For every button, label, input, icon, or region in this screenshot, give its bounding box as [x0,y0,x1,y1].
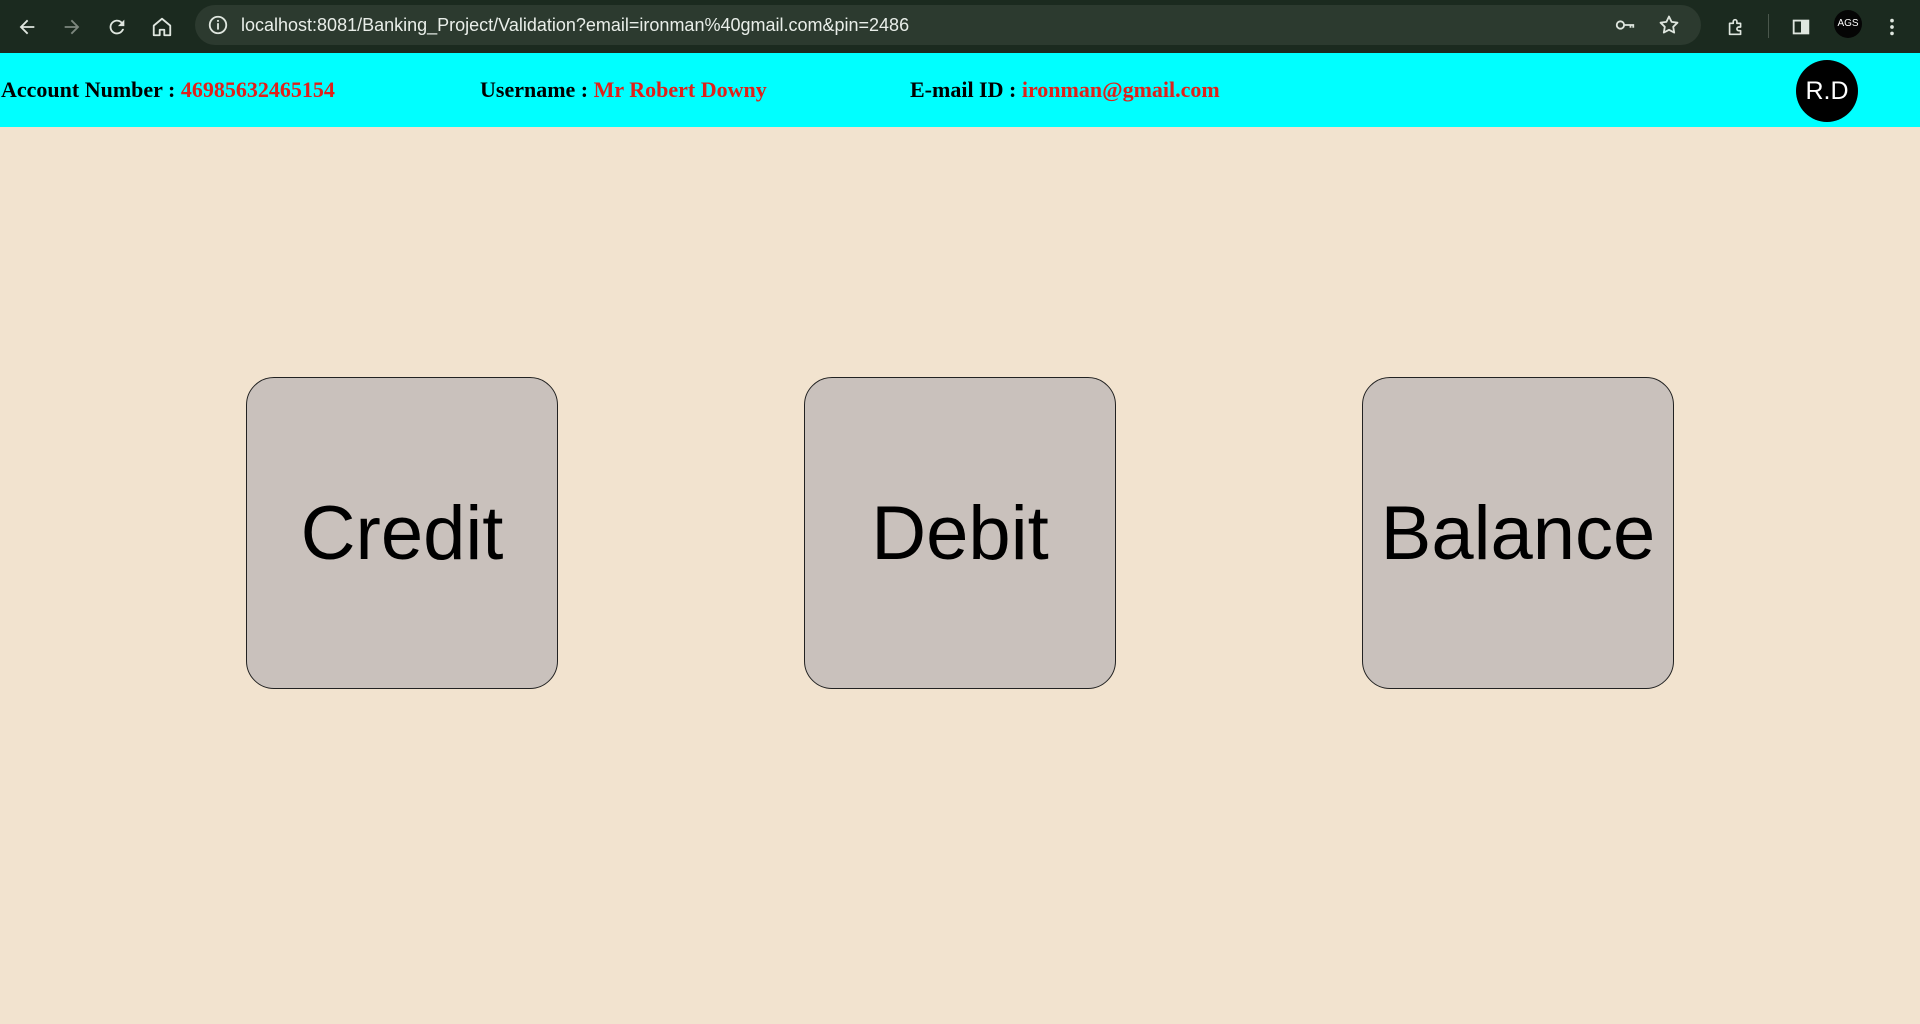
home-button[interactable] [143,8,181,46]
username-value: Mr Robert Downy [593,77,767,102]
account-info-header: Account Number : 46985632465154 Username… [0,53,1920,127]
account-number-value: 46985632465154 [180,77,335,102]
key-icon[interactable] [1613,14,1637,36]
profile-avatar[interactable]: AGS [1834,10,1862,38]
puzzle-icon [1728,18,1742,36]
balance-button[interactable]: Balance [1362,377,1674,689]
arrow-left-icon [19,19,35,35]
back-button[interactable] [8,8,46,46]
email-label: E-mail ID : [910,77,1022,102]
user-avatar[interactable]: R.D [1796,60,1858,122]
address-bar[interactable]: localhost:8081/Banking_Project/Validatio… [195,5,1701,45]
username: Username : Mr Robert Downy [480,53,767,127]
side-panel-button[interactable] [1782,8,1820,46]
account-number: Account Number : 46985632465154 [1,53,335,127]
reload-icon [109,19,125,35]
home-icon [152,17,172,37]
info-icon[interactable] [207,14,229,36]
browser-toolbar: localhost:8081/Banking_Project/Validatio… [0,0,1920,53]
credit-button[interactable]: Credit [246,377,558,689]
debit-button[interactable]: Debit [804,377,1116,689]
account-number-label: Account Number : [1,77,181,102]
toolbar-divider [1768,14,1769,38]
kebab-menu-icon [1890,18,1894,36]
arrow-right-icon [64,19,80,35]
url-text[interactable]: localhost:8081/Banking_Project/Validatio… [241,5,909,45]
side-panel-icon [1792,19,1810,35]
star-icon[interactable] [1657,13,1681,37]
email-id: E-mail ID : ironman@gmail.com [910,53,1220,127]
extensions-button[interactable] [1717,8,1755,46]
username-label: Username : [480,77,594,102]
reload-button[interactable] [98,8,136,46]
forward-button[interactable] [53,8,91,46]
email-value: ironman@gmail.com [1021,77,1220,102]
browser-menu-button[interactable] [1873,8,1911,46]
